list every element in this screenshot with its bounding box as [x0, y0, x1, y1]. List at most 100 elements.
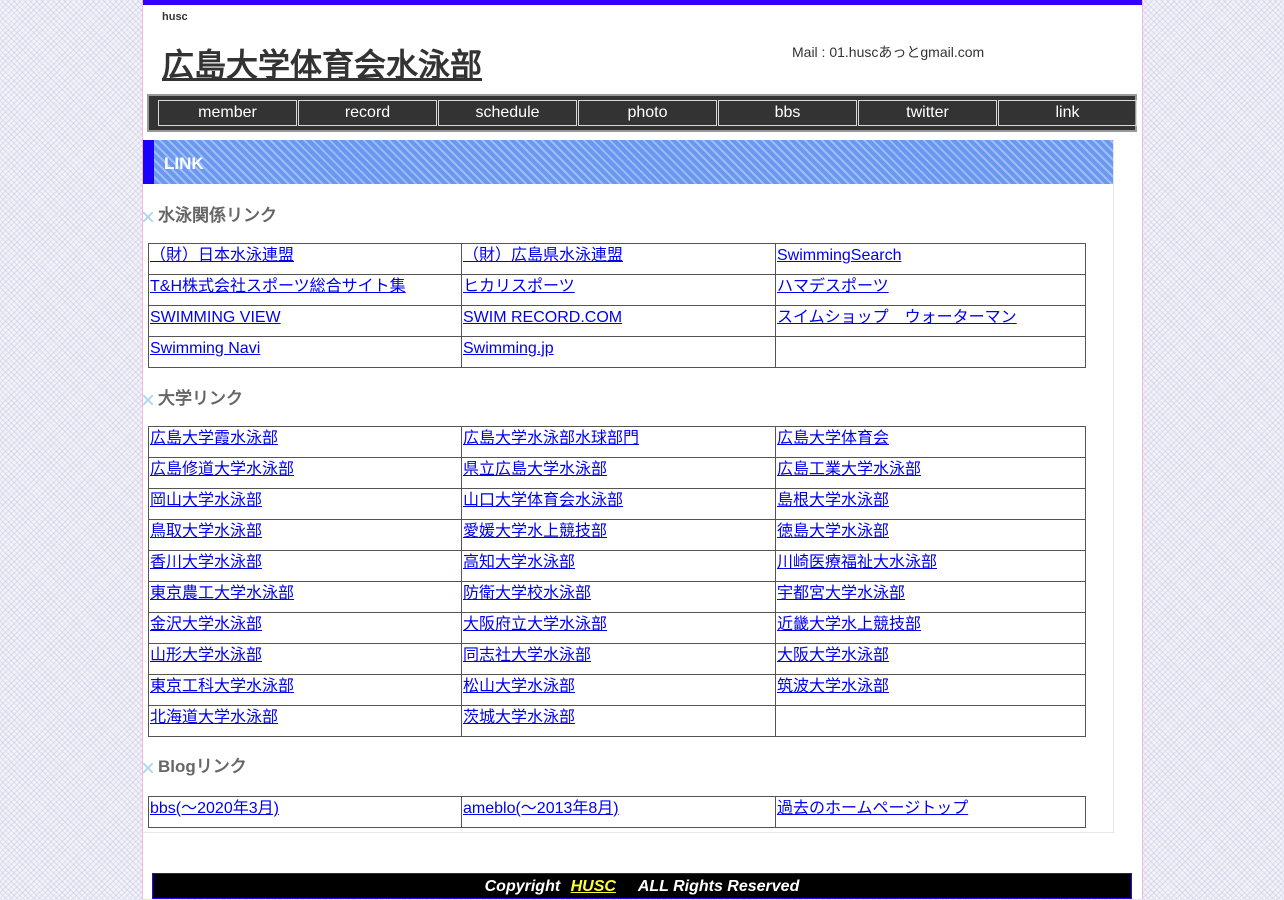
nav-item-photo[interactable]: photo — [578, 100, 717, 126]
table-cell: 北海道大学水泳部 — [148, 705, 462, 737]
link-item[interactable]: 北海道大学水泳部 — [150, 709, 278, 726]
table-cell: SwimmingSearch — [775, 243, 1086, 275]
table-row: 岡山大学水泳部 山口大学体育会水泳部 島根大学水泳部 — [148, 488, 1086, 520]
table-cell: ハマデスポーツ — [775, 274, 1086, 306]
link-item[interactable]: 徳島大学水泳部 — [777, 523, 889, 540]
section-header: LINK — [143, 140, 1113, 184]
table-row: bbs(～2020年3月) ameblo(～2013年8月) 過去のホームページトッ… — [148, 796, 1086, 828]
link-item[interactable]: 県立広島大学水泳部 — [463, 461, 607, 478]
site-title-link[interactable]: 広島大学体育会水泳部 — [162, 40, 482, 86]
link-item[interactable]: Swimming Navi — [150, 340, 260, 357]
link-item[interactable]: T&H株式会社スポーツ総合サイト集 — [150, 278, 406, 295]
table-cell: 広島工業大学水泳部 — [775, 457, 1086, 489]
link-item[interactable]: （財）広島県水泳連盟 — [463, 247, 623, 264]
nav-item-schedule[interactable]: schedule — [438, 100, 577, 126]
link-item[interactable]: 岡山大学水泳部 — [150, 492, 262, 509]
link-item[interactable]: 茨城大学水泳部 — [463, 709, 575, 726]
table-cell — [775, 705, 1086, 737]
table-cell: SWIM RECORD.COM — [461, 305, 776, 337]
subheading-swimming: 水泳関係リンク — [143, 201, 277, 226]
table-row: 広島大学霞水泳部 広島大学水泳部水球部門 広島大学体育会 — [148, 426, 1086, 458]
link-item[interactable]: 宇都宮大学水泳部 — [777, 585, 905, 602]
nav-item-member[interactable]: member — [158, 100, 297, 126]
table-row: 山形大学水泳部 同志社大学水泳部 大阪大学水泳部 — [148, 643, 1086, 675]
link-item[interactable]: 近畿大学水上競技部 — [777, 616, 921, 633]
subheading-blog: Blogリンク — [143, 752, 247, 777]
nav-item-record[interactable]: record — [298, 100, 437, 126]
table-cell: 宇都宮大学水泳部 — [775, 581, 1086, 613]
top-accent-bar — [143, 0, 1142, 5]
table-cell: 防衛大学校水泳部 — [461, 581, 776, 613]
link-item[interactable]: 同志社大学水泳部 — [463, 647, 591, 664]
link-item[interactable]: （財）日本水泳連盟 — [150, 247, 294, 264]
table-cell: 徳島大学水泳部 — [775, 519, 1086, 551]
table-cell: ヒカリスポーツ — [461, 274, 776, 306]
link-item[interactable]: 鳥取大学水泳部 — [150, 523, 262, 540]
link-item[interactable]: 香川大学水泳部 — [150, 554, 262, 571]
table-cell: 同志社大学水泳部 — [461, 643, 776, 675]
link-item[interactable]: SWIM RECORD.COM — [463, 309, 622, 326]
table-cell: 広島大学霞水泳部 — [148, 426, 462, 458]
table-cell: 香川大学水泳部 — [148, 550, 462, 582]
link-item[interactable]: 広島大学水泳部水球部門 — [463, 430, 639, 447]
nav-item-link[interactable]: link — [998, 100, 1137, 126]
link-item[interactable]: ameblo(～2013年8月) — [463, 800, 619, 817]
table-cell: 金沢大学水泳部 — [148, 612, 462, 644]
table-cell: 島根大学水泳部 — [775, 488, 1086, 520]
link-item[interactable]: 広島工業大学水泳部 — [777, 461, 921, 478]
table-cell: 広島大学水泳部水球部門 — [461, 426, 776, 458]
link-item[interactable]: 松山大学水泳部 — [463, 678, 575, 695]
link-item[interactable]: 大阪府立大学水泳部 — [463, 616, 607, 633]
link-item[interactable]: bbs(～2020年3月) — [150, 800, 279, 817]
link-item[interactable]: 大阪大学水泳部 — [777, 647, 889, 664]
table-row: 広島修道大学水泳部 県立広島大学水泳部 広島工業大学水泳部 — [148, 457, 1086, 489]
link-item[interactable]: 川崎医療福祉大水泳部 — [777, 554, 937, 571]
table-row: 東京農工大学水泳部 防衛大学校水泳部 宇都宮大学水泳部 — [148, 581, 1086, 613]
link-item[interactable]: 広島大学体育会 — [777, 430, 889, 447]
footer-owner-link[interactable]: HUSC — [571, 878, 616, 895]
nav-item-twitter[interactable]: twitter — [858, 100, 997, 126]
subheading-text: 水泳関係リンク — [158, 206, 277, 225]
nav-item-bbs[interactable]: bbs — [718, 100, 857, 126]
link-item[interactable]: 山口大学体育会水泳部 — [463, 492, 623, 509]
link-item[interactable]: 広島大学霞水泳部 — [150, 430, 278, 447]
link-item[interactable]: 東京農工大学水泳部 — [150, 585, 294, 602]
link-item[interactable]: 島根大学水泳部 — [777, 492, 889, 509]
table-cell: 鳥取大学水泳部 — [148, 519, 462, 551]
table-cell: （財）広島県水泳連盟 — [461, 243, 776, 275]
link-item[interactable]: 防衛大学校水泳部 — [463, 585, 591, 602]
table-cell: 筑波大学水泳部 — [775, 674, 1086, 706]
table-cell: Swimming Navi — [148, 336, 462, 368]
section-header-accent — [143, 140, 154, 184]
table-cell: 近畿大学水上競技部 — [775, 612, 1086, 644]
table-cell: bbs(～2020年3月) — [148, 796, 462, 828]
link-item[interactable]: SWIMMING VIEW — [150, 309, 281, 326]
table-cell: 山形大学水泳部 — [148, 643, 462, 675]
table-cell: 川崎医療福祉大水泳部 — [775, 550, 1086, 582]
link-item[interactable]: 金沢大学水泳部 — [150, 616, 262, 633]
link-item[interactable]: Swimming.jp — [463, 340, 554, 357]
table-cell: 広島大学体育会 — [775, 426, 1086, 458]
table-cell — [775, 336, 1086, 368]
link-item[interactable]: 東京工科大学水泳部 — [150, 678, 294, 695]
table-cell: 大阪府立大学水泳部 — [461, 612, 776, 644]
table-cell: Swimming.jp — [461, 336, 776, 368]
link-item[interactable]: 広島修道大学水泳部 — [150, 461, 294, 478]
link-item[interactable]: 高知大学水泳部 — [463, 554, 575, 571]
link-item[interactable]: ヒカリスポーツ — [463, 278, 575, 295]
table-row: 香川大学水泳部 高知大学水泳部 川崎医療福祉大水泳部 — [148, 550, 1086, 582]
link-item[interactable]: 山形大学水泳部 — [150, 647, 262, 664]
link-item[interactable]: ハマデスポーツ — [777, 278, 889, 295]
page-container: husc 広島大学体育会水泳部 Mail : 01.huscあっとgmail.c… — [142, 0, 1143, 899]
cross-bullet-icon — [143, 763, 153, 773]
table-cell: スイムショップ ウォーターマン — [775, 305, 1086, 337]
table-row: T&H株式会社スポーツ総合サイト集 ヒカリスポーツ ハマデスポーツ — [148, 274, 1086, 306]
link-item[interactable]: SwimmingSearch — [777, 247, 901, 264]
table-cell: 過去のホームページトップ — [775, 796, 1086, 828]
link-item[interactable]: 筑波大学水泳部 — [777, 678, 889, 695]
link-item[interactable]: スイムショップ ウォーターマン — [777, 309, 1017, 326]
table-row: 北海道大学水泳部 茨城大学水泳部 — [148, 705, 1086, 737]
link-item[interactable]: 過去のホームページトップ — [777, 800, 968, 817]
link-item[interactable]: 愛媛大学水上競技部 — [463, 523, 607, 540]
table-cell: 茨城大学水泳部 — [461, 705, 776, 737]
